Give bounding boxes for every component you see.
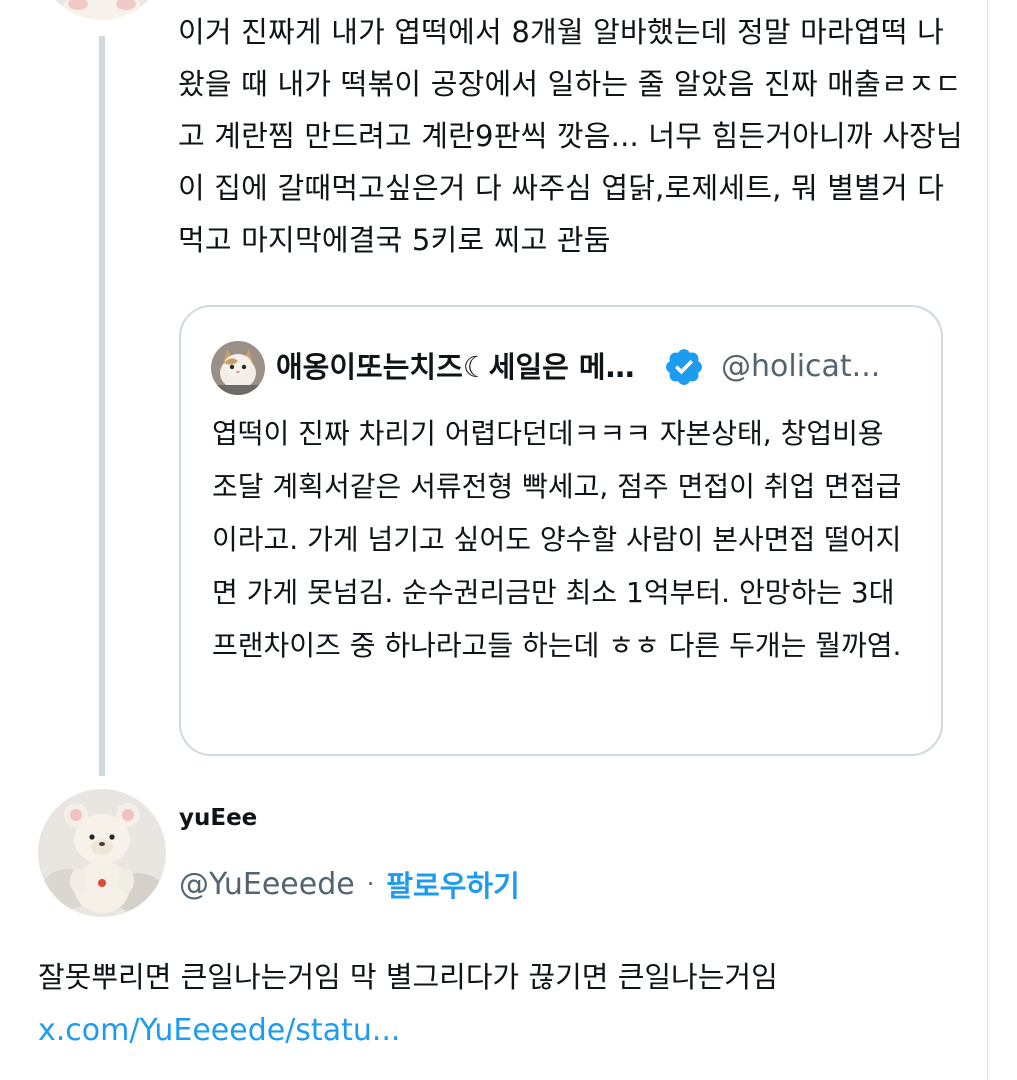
quote-author-handle[interactable]: @holicat... [721,347,901,387]
follow-button[interactable]: 팔로우하기 [386,863,519,905]
tweet-link[interactable]: x.com/YuEeeede/statu... [38,1008,400,1054]
author-handle-row: @YuEeeede · 팔로우하기 [179,864,520,904]
teddy-bear-avatar-icon [38,0,166,20]
teddy-bear-avatar-icon [38,789,166,917]
quote-author-name[interactable]: 애옹이또는치즈☾세일은 메인... [276,347,656,387]
author-handle[interactable]: @YuEeeede [179,867,355,902]
author-avatar[interactable] [38,789,166,917]
cat-avatar-icon [211,341,265,395]
dot-separator: · [366,870,375,898]
quoted-tweet-card[interactable]: 애옹이또는치즈☾세일은 메인... @holicat... 엽떡이 진짜 차리기… [179,305,943,756]
thread-connector-line [99,36,105,776]
author-name[interactable]: yuEee [179,802,257,834]
previous-tweet-avatar[interactable] [38,0,166,20]
verified-badge-icon [663,346,705,388]
tweet-text: 이거 진짜게 내가 엽떡에서 8개월 알바했는데 정말 마라엽떡 나왔을 때 내… [178,15,963,257]
timeline-right-border [987,0,988,1080]
tweet-text-main: 잘못뿌리면 큰일나는거임 막 별그리다가 끊기면 큰일나는거임 [38,960,778,994]
quote-avatar[interactable] [211,341,265,395]
quote-text: 엽떡이 진짜 차리기 어렵다던데ㅋㅋㅋ 자본상태, 창업비용 조달 계획서같은 … [212,417,902,662]
